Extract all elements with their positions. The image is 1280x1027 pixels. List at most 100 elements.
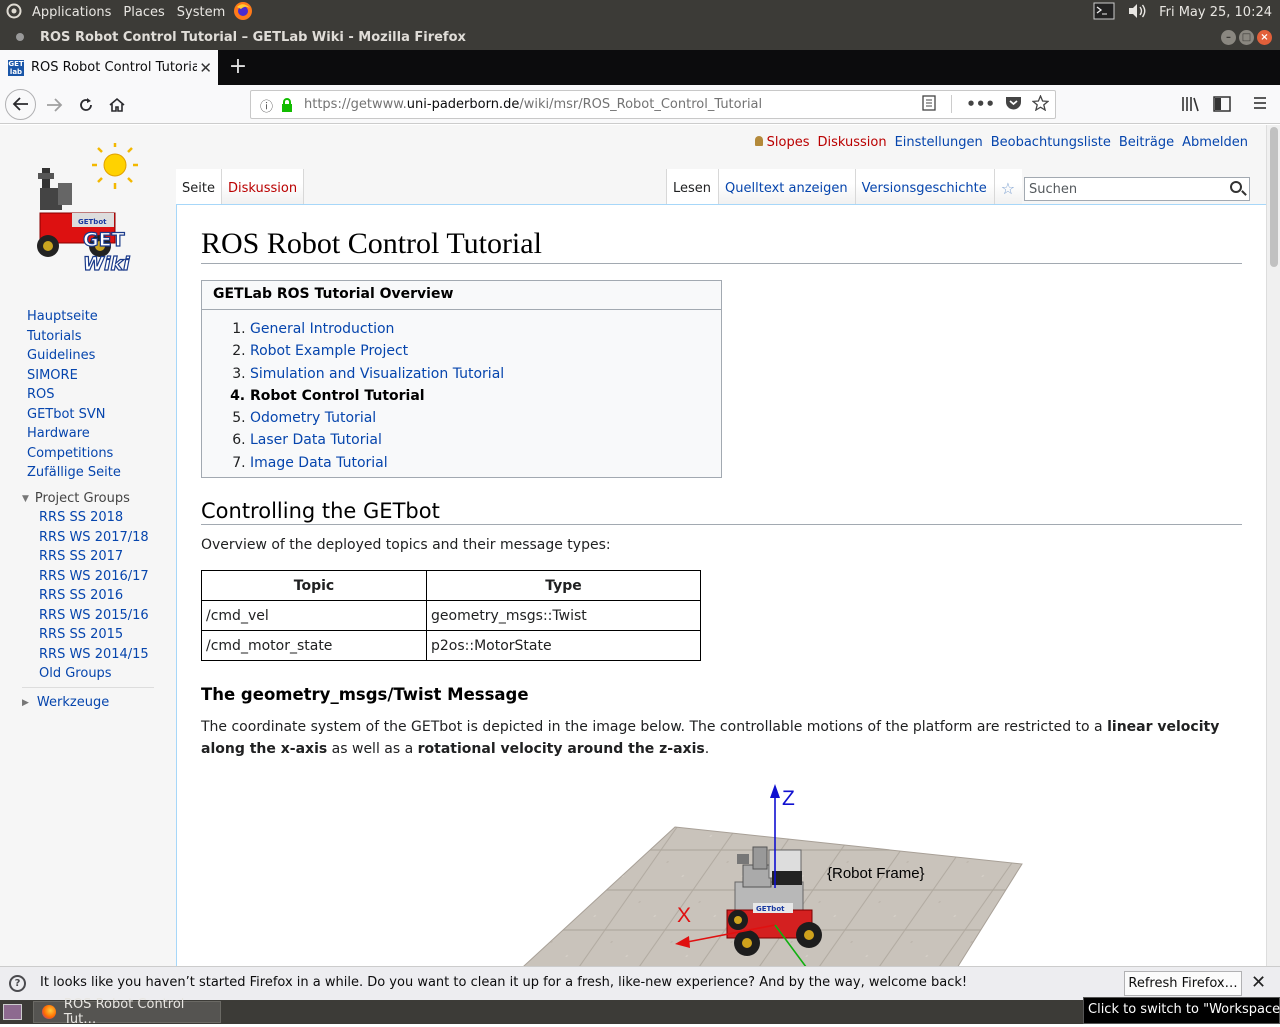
reader-view-icon[interactable]: [921, 95, 937, 115]
rotational-velocity-emphasis: rotational velocity around the z-axis: [417, 741, 705, 757]
project-groups-header[interactable]: ▼ Project Groups: [22, 491, 130, 506]
forward-button[interactable]: [40, 91, 68, 119]
refresh-firefox-button[interactable]: Refresh Firefox…: [1124, 971, 1242, 996]
back-button[interactable]: [5, 89, 36, 120]
url-bar[interactable]: ⓘ https://getwww.uni-paderborn.de/wiki/m…: [250, 90, 1056, 119]
topics-table: Topic Type /cmd_vel geometry_msgs::Twist…: [201, 570, 701, 661]
project-group-link[interactable]: RRS WS 2015/16: [39, 606, 149, 626]
project-group-link[interactable]: Old Groups: [39, 664, 149, 684]
applications-menu[interactable]: Applications: [26, 5, 117, 20]
table-header-row: Topic Type: [201, 570, 701, 601]
toc-link[interactable]: Simulation and Visualization Tutorial: [250, 366, 504, 382]
robot-frame-figure[interactable]: GETbot Z X Y: [417, 770, 1097, 966]
sidebar-divider: [22, 687, 154, 688]
toc-link[interactable]: Robot Example Project: [250, 343, 408, 359]
project-group-link[interactable]: RRS SS 2016: [39, 586, 149, 606]
watch-star-icon[interactable]: ☆: [994, 169, 1023, 205]
toc-title: GETLab ROS Tutorial Overview: [202, 281, 721, 310]
settings-link[interactable]: Einstellungen: [895, 135, 983, 150]
sidebar-link[interactable]: Hardware: [27, 424, 121, 444]
project-group-link[interactable]: RRS SS 2017: [39, 547, 149, 567]
show-desktop-icon[interactable]: [3, 1004, 22, 1020]
user-discussion-link[interactable]: Diskussion: [817, 135, 886, 150]
sidebar-link[interactable]: Competitions: [27, 444, 121, 464]
reload-button[interactable]: [72, 91, 100, 119]
hamburger-menu-icon[interactable]: [1252, 95, 1268, 115]
project-group-link[interactable]: RRS WS 2014/15: [39, 645, 149, 665]
sidebar-link[interactable]: Hauptseite: [27, 307, 121, 327]
table-cell: /cmd_vel: [201, 600, 427, 631]
toc-item: Robot Control Tutorial: [250, 385, 504, 407]
scrollbar-thumb[interactable]: [1270, 127, 1278, 267]
search-input[interactable]: [1025, 178, 1215, 200]
sidebar-link[interactable]: GETbot SVN: [27, 405, 121, 425]
ubuntu-logo-icon[interactable]: [0, 3, 26, 23]
tab-page[interactable]: Seite: [176, 169, 222, 205]
contributions-link[interactable]: Beiträge: [1119, 135, 1174, 150]
intro-text: Overview of the deployed topics and thei…: [201, 537, 611, 553]
toc-item: Laser Data Tutorial: [250, 429, 504, 451]
url-text[interactable]: https://getwww.uni-paderborn.de/wiki/msr…: [304, 97, 762, 112]
toc-link[interactable]: Image Data Tutorial: [250, 455, 388, 471]
bookmark-star-icon[interactable]: [1031, 94, 1050, 115]
home-button[interactable]: [103, 91, 131, 119]
sidebar-link[interactable]: Zufällige Seite: [27, 463, 121, 483]
tab-discussion[interactable]: Diskussion: [221, 169, 305, 205]
browser-tab[interactable]: GET lab ROS Robot Control Tutorial ✕: [0, 50, 218, 85]
toc-link[interactable]: Odometry Tutorial: [250, 410, 376, 426]
places-menu[interactable]: Places: [117, 5, 170, 20]
page-title: ROS Robot Control Tutorial: [201, 227, 1242, 264]
tools-label[interactable]: Werkzeuge: [37, 695, 109, 710]
sidebar-link[interactable]: SIMORE: [27, 366, 121, 386]
toc-link[interactable]: Laser Data Tutorial: [250, 432, 382, 448]
project-group-link[interactable]: RRS SS 2018: [39, 508, 149, 528]
library-icon[interactable]: [1180, 95, 1200, 117]
volume-icon[interactable]: [1127, 3, 1147, 23]
site-info-icon[interactable]: ⓘ: [260, 96, 273, 115]
tab-history[interactable]: Versionsgeschichte: [855, 169, 995, 205]
sidebar-link[interactable]: ROS: [27, 385, 121, 405]
page-actions-icon[interactable]: •••: [966, 95, 995, 115]
logout-link[interactable]: Abmelden: [1182, 135, 1248, 150]
project-group-link[interactable]: RRS WS 2016/17: [39, 567, 149, 587]
taskbar-window-button[interactable]: ROS Robot Control Tut…: [33, 997, 221, 1027]
terminal-icon[interactable]: [1093, 2, 1115, 24]
system-menu[interactable]: System: [171, 5, 231, 20]
user-link[interactable]: Slopes: [755, 135, 810, 150]
page-scrollbar[interactable]: [1266, 125, 1280, 966]
info-icon: ?: [9, 975, 26, 992]
window-menu-dot-icon[interactable]: [16, 33, 24, 41]
close-tab-icon[interactable]: ✕: [199, 59, 212, 77]
close-window-button[interactable]: ×: [1257, 30, 1272, 45]
sidebar-link[interactable]: Guidelines: [27, 346, 121, 366]
tools-portlet[interactable]: ▶ Werkzeuge: [22, 695, 109, 710]
lock-icon[interactable]: [281, 98, 293, 112]
expand-triangle-icon[interactable]: ▶: [22, 698, 29, 708]
sidebar-navigation: Hauptseite Tutorials Guidelines SIMORE ROS GE…: [27, 307, 121, 483]
robot-badge: GETbot: [756, 905, 785, 913]
firefox-launcher-icon[interactable]: [231, 1, 255, 25]
sidebar-link[interactable]: Tutorials: [27, 327, 121, 347]
table-header-topic: Topic: [201, 570, 427, 601]
taskbar-window-label: ROS Robot Control Tut…: [63, 997, 185, 1027]
project-group-link[interactable]: RRS SS 2015: [39, 625, 149, 645]
wiki-search-box[interactable]: [1024, 177, 1250, 201]
getwiki-logo[interactable]: GETbot GET Wiki: [28, 143, 148, 276]
toc-link[interactable]: General Introduction: [250, 321, 394, 337]
collapse-triangle-icon[interactable]: ▼: [22, 494, 29, 504]
tab-read[interactable]: Lesen: [666, 169, 720, 205]
sidebar-toggle-icon[interactable]: [1213, 95, 1231, 117]
article-content: ROS Robot Control Tutorial GETLab ROS Tu…: [176, 204, 1266, 966]
watchlist-link[interactable]: Beobachtungsliste: [991, 135, 1111, 150]
project-group-link[interactable]: RRS WS 2017/18: [39, 528, 149, 548]
window-titlebar: ROS Robot Control Tutorial – GETLab Wiki…: [0, 25, 1280, 50]
search-icon[interactable]: [1230, 181, 1242, 193]
close-notification-icon[interactable]: ✕: [1251, 972, 1266, 993]
tab-view-source[interactable]: Quelltext anzeigen: [719, 169, 856, 205]
getlab-favicon-icon: GET lab: [8, 59, 24, 76]
new-tab-button[interactable]: +: [218, 50, 258, 85]
minimize-button[interactable]: –: [1221, 30, 1236, 45]
pocket-icon[interactable]: [1005, 95, 1022, 115]
maximize-button[interactable]: □: [1239, 30, 1254, 45]
clock[interactable]: Fri May 25, 10:24: [1159, 5, 1272, 20]
